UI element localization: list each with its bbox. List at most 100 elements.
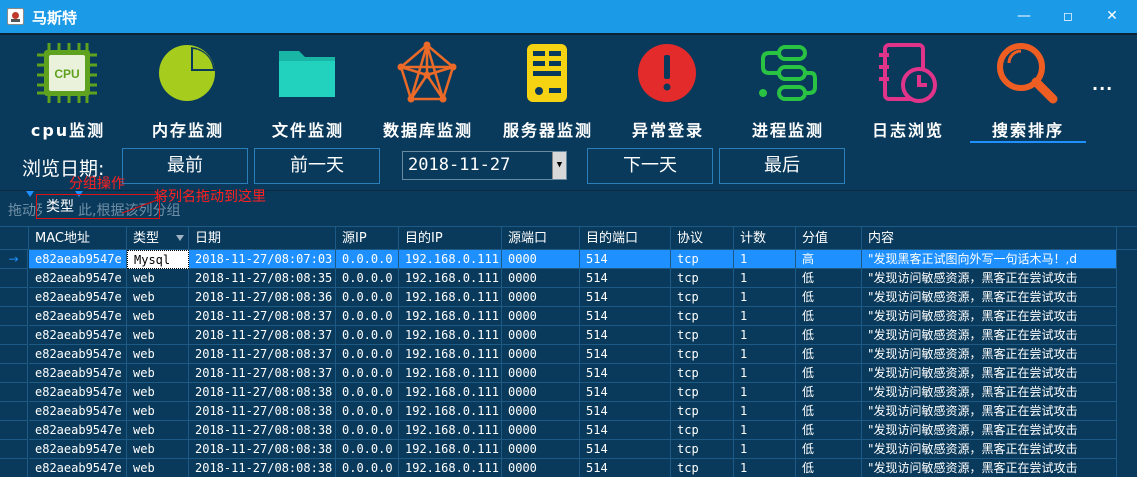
table-cell[interactable]: 0.0.0.0 xyxy=(336,307,399,326)
table-row[interactable]: e82aeab9547e web 2018-11-27/08:08:38 0.0.0.… xyxy=(0,383,1137,402)
vertical-scrollbar[interactable] xyxy=(1117,250,1137,477)
table-cell[interactable]: 0.0.0.0 xyxy=(336,459,399,477)
tool-process-monitor[interactable]: 进程监测 xyxy=(728,35,848,145)
table-cell[interactable]: e82aeab9547e xyxy=(29,326,127,345)
column-header[interactable]: 日期 xyxy=(189,227,336,250)
tool-log-browse[interactable]: 日志浏览 xyxy=(848,35,968,145)
table-cell[interactable]: 514 xyxy=(580,307,671,326)
table-cell[interactable]: e82aeab9547e xyxy=(29,364,127,383)
table-cell[interactable]: web xyxy=(127,402,189,421)
table-cell[interactable]: 低 xyxy=(796,421,862,440)
table-cell[interactable]: 1 xyxy=(734,402,796,421)
table-cell[interactable]: tcp xyxy=(671,383,734,402)
table-cell[interactable]: web xyxy=(127,269,189,288)
table-cell[interactable]: e82aeab9547e xyxy=(29,345,127,364)
table-cell[interactable]: tcp xyxy=(671,364,734,383)
table-cell[interactable]: "发现访问敏感资源，黑客正在尝试攻击 xyxy=(862,307,1117,326)
table-cell[interactable]: "发现黑客正试图向外写一句话木马！,d xyxy=(862,250,1117,269)
table-cell[interactable]: 2018-11-27/08:08:37 xyxy=(189,345,336,364)
date-picker[interactable]: 2018-11-27 ▼ xyxy=(402,151,567,180)
table-cell[interactable]: 514 xyxy=(580,402,671,421)
table-cell[interactable]: e82aeab9547e xyxy=(29,250,127,269)
column-header[interactable]: 协议 xyxy=(671,227,734,250)
tool-file-monitor[interactable]: 文件监测 xyxy=(248,35,368,145)
table-cell[interactable]: 192.168.0.111 xyxy=(399,250,502,269)
table-row[interactable]: e82aeab9547e web 2018-11-27/08:08:37 0.0.0.… xyxy=(0,345,1137,364)
table-cell[interactable]: 514 xyxy=(580,326,671,345)
column-header[interactable]: 类型 xyxy=(127,227,189,250)
table-cell[interactable]: 192.168.0.111 xyxy=(399,459,502,477)
table-cell[interactable]: 0000 xyxy=(502,250,580,269)
table-row[interactable]: e82aeab9547e web 2018-11-27/08:08:38 0.0.0.… xyxy=(0,402,1137,421)
table-cell[interactable]: 2018-11-27/08:07:03 xyxy=(189,250,336,269)
table-cell[interactable]: 1 xyxy=(734,345,796,364)
table-cell[interactable]: 1 xyxy=(734,440,796,459)
table-cell[interactable]: "发现访问敏感资源，黑客正在尝试攻击 xyxy=(862,288,1117,307)
table-cell[interactable]: 0.0.0.0 xyxy=(336,250,399,269)
table-cell[interactable]: web xyxy=(127,383,189,402)
tool-database-monitor[interactable]: 数据库监测 xyxy=(368,35,488,145)
table-cell[interactable]: 0.0.0.0 xyxy=(336,364,399,383)
first-day-button[interactable]: 最前 xyxy=(122,148,248,184)
table-cell[interactable]: 2018-11-27/08:08:37 xyxy=(189,307,336,326)
close-icon[interactable]: ✕ xyxy=(1090,0,1134,33)
table-cell[interactable]: 2018-11-27/08:08:38 xyxy=(189,440,336,459)
table-cell[interactable]: 514 xyxy=(580,421,671,440)
table-cell[interactable]: e82aeab9547e xyxy=(29,421,127,440)
prev-day-button[interactable]: 前一天 xyxy=(254,148,380,184)
tool-cpu-monitor[interactable]: CPU cpu监测 xyxy=(8,35,128,145)
table-cell[interactable]: Mysql xyxy=(127,250,189,269)
more-icon[interactable]: ... xyxy=(1092,75,1113,94)
table-cell[interactable]: 192.168.0.111 xyxy=(399,269,502,288)
table-cell[interactable]: 2018-11-27/08:08:37 xyxy=(189,326,336,345)
chevron-down-icon[interactable]: ▼ xyxy=(552,152,566,179)
table-cell[interactable]: tcp xyxy=(671,421,734,440)
table-row[interactable]: e82aeab9547e web 2018-11-27/08:08:38 0.0.0.… xyxy=(0,421,1137,440)
table-cell[interactable]: 2018-11-27/08:08:38 xyxy=(189,383,336,402)
table-cell[interactable]: tcp xyxy=(671,250,734,269)
table-cell[interactable]: tcp xyxy=(671,269,734,288)
next-day-button[interactable]: 下一天 xyxy=(587,148,713,184)
table-cell[interactable]: 1 xyxy=(734,307,796,326)
table-cell[interactable]: 192.168.0.111 xyxy=(399,326,502,345)
table-cell[interactable]: "发现访问敏感资源，黑客正在尝试攻击 xyxy=(862,440,1117,459)
table-cell[interactable]: 0.0.0.0 xyxy=(336,288,399,307)
table-cell[interactable]: 1 xyxy=(734,364,796,383)
table-cell[interactable]: 0000 xyxy=(502,307,580,326)
table-cell[interactable]: 低 xyxy=(796,440,862,459)
table-cell[interactable]: e82aeab9547e xyxy=(29,307,127,326)
table-cell[interactable]: 514 xyxy=(580,383,671,402)
table-cell[interactable]: 0000 xyxy=(502,402,580,421)
table-cell[interactable]: "发现访问敏感资源，黑客正在尝试攻击 xyxy=(862,402,1117,421)
table-cell[interactable]: 低 xyxy=(796,383,862,402)
table-cell[interactable]: 192.168.0.111 xyxy=(399,364,502,383)
table-cell[interactable]: e82aeab9547e xyxy=(29,383,127,402)
table-cell[interactable]: 192.168.0.111 xyxy=(399,307,502,326)
table-cell[interactable]: web xyxy=(127,326,189,345)
table-cell[interactable]: 1 xyxy=(734,383,796,402)
column-header[interactable]: 目的IP xyxy=(399,227,502,250)
table-cell[interactable]: tcp xyxy=(671,402,734,421)
table-cell[interactable]: 2018-11-27/08:08:36 xyxy=(189,288,336,307)
table-cell[interactable]: 0.0.0.0 xyxy=(336,421,399,440)
table-cell[interactable]: e82aeab9547e xyxy=(29,288,127,307)
table-cell[interactable]: web xyxy=(127,288,189,307)
column-header[interactable]: MAC地址 xyxy=(29,227,127,250)
table-cell[interactable]: 1 xyxy=(734,288,796,307)
column-header[interactable]: 源IP xyxy=(336,227,399,250)
table-cell[interactable]: web xyxy=(127,459,189,477)
table-cell[interactable]: 2018-11-27/08:08:37 xyxy=(189,364,336,383)
table-cell[interactable]: 0000 xyxy=(502,421,580,440)
table-cell[interactable]: 0000 xyxy=(502,459,580,477)
table-cell[interactable]: web xyxy=(127,440,189,459)
column-header[interactable]: 计数 xyxy=(734,227,796,250)
last-day-button[interactable]: 最后 xyxy=(719,148,845,184)
table-cell[interactable]: 0.0.0.0 xyxy=(336,402,399,421)
table-cell[interactable]: 低 xyxy=(796,459,862,477)
tool-abnormal-login[interactable]: 异常登录 xyxy=(608,35,728,145)
table-cell[interactable]: "发现访问敏感资源，黑客正在尝试攻击 xyxy=(862,383,1117,402)
table-cell[interactable]: tcp xyxy=(671,345,734,364)
table-cell[interactable]: "发现访问敏感资源，黑客正在尝试攻击 xyxy=(862,364,1117,383)
table-cell[interactable]: web xyxy=(127,421,189,440)
table-row[interactable]: e82aeab9547e web 2018-11-27/08:08:37 0.0.0.… xyxy=(0,364,1137,383)
